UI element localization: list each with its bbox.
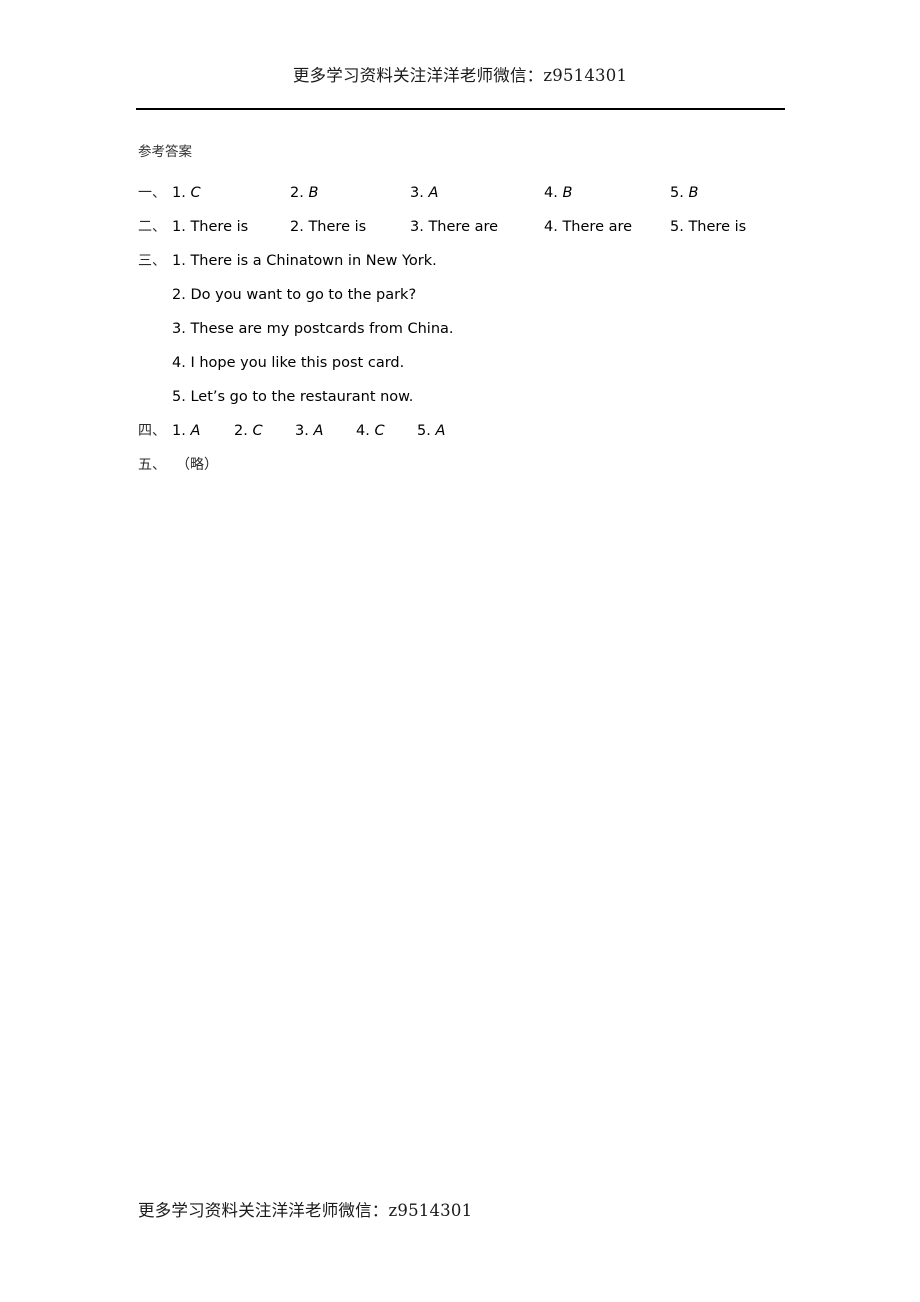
answer-item: 2. Do you want to go to the park? [172,278,416,312]
answer-number: 5. [172,389,186,405]
answer-row-3-item-5: 一、 5. Let’s go to the restaurant now. [138,380,838,414]
answer-row-3-item-4: 一、 4. I hope you like this post card. [138,346,838,380]
answer-item: 1. There is [172,210,248,244]
section-marker-spacer: 一、 [138,312,172,346]
answer-item: 3. These are my postcards from China. [172,312,454,346]
answer-number: 4. [544,185,558,201]
footer-promo-text: 更多学习资料关注洋洋老师微信：z9514301 [138,1201,473,1220]
answer-value: C [252,423,263,439]
answer-value: There is [308,219,367,235]
answer-item: 2. B [290,176,319,210]
answer-number: 1. [172,253,186,269]
answer-item: 1. A [172,414,201,448]
answer-item: 4. I hope you like this post card. [172,346,404,380]
answer-item: 5. B [670,176,699,210]
section-marker-3: 三、 [138,253,166,269]
answer-number: 4. [172,355,186,371]
answer-value: I hope you like this post card. [190,355,405,371]
answer-number: 5. [417,423,431,439]
answer-number: 3. [410,219,424,235]
answer-value: There is [688,219,747,235]
answer-value: Let’s go to the restaurant now. [190,389,414,405]
answer-value: A [435,423,446,439]
section-marker-1: 一、 [138,185,166,201]
answer-number: 3. [172,321,186,337]
answer-number: 1. [172,423,186,439]
answer-row-5: 五、 （略） [138,448,838,482]
answer-value: There is a Chinatown in New York. [190,253,437,269]
answer-key-page: 更多学习资料关注洋洋老师微信：z9514301 参考答案 一、 1. C 2. … [0,0,920,1302]
answer-number: 2. [172,287,186,303]
answer-number: 2. [290,185,304,201]
answer-number: 5. [670,219,684,235]
answer-item: 4. C [356,414,385,448]
answer-value: C [190,185,201,201]
answer-value: A [313,423,324,439]
answer-item: 5. Let’s go to the restaurant now. [172,380,413,414]
answer-value: C [374,423,385,439]
answer-item: 1. C [172,176,201,210]
answer-number: 5. [670,185,684,201]
answer-item: 3. A [410,176,439,210]
answer-item: 4. B [544,176,573,210]
answer-value: B [688,185,699,201]
answer-number: 2. [290,219,304,235]
section-marker-spacer: 一、 [138,278,172,312]
answer-value: There are [428,219,499,235]
section-marker-spacer: 一、 [138,380,172,414]
answer-value: These are my postcards from China. [190,321,454,337]
answer-number: 4. [356,423,370,439]
answer-row-3: 三、 1. There is a Chinatown in New York. [138,244,838,278]
answer-value: Do you want to go to the park? [190,287,417,303]
answer-row-1: 一、 1. C 2. B 3. A 4. B 5. B [138,176,838,210]
answer-row-2: 二、 1. There is 2. There is 3. There are … [138,210,838,244]
answer-item: 3. A [295,414,324,448]
answer-value: B [308,185,319,201]
answer-item: 1. There is a Chinatown in New York. [172,244,437,278]
answer-key-body: 参考答案 一、 1. C 2. B 3. A 4. B 5. B 二、 1. T… [138,142,838,482]
answer-row-4: 四、 1. A 2. C 3. A 4. C 5. A [138,414,838,448]
answer-item: 4. There are [544,210,632,244]
answer-value: There is [190,219,249,235]
section-marker-4: 四、 [138,423,166,439]
answer-number: 3. [410,185,424,201]
answer-value: （略） [176,457,218,473]
answer-value: There are [562,219,633,235]
answer-number: 1. [172,219,186,235]
answer-item: 5. There is [670,210,746,244]
header-promo-text: 更多学习资料关注洋洋老师微信：z9514301 [292,66,628,85]
answer-number: 2. [234,423,248,439]
section-marker-2: 二、 [138,219,166,235]
answer-item: 3. There are [410,210,498,244]
answer-row-3-item-2: 一、 2. Do you want to go to the park? [138,278,838,312]
answer-row-3-item-3: 一、 3. These are my postcards from China. [138,312,838,346]
answer-value: A [428,185,439,201]
answer-item: 2. There is [290,210,366,244]
page-title: 参考答案 [138,144,192,160]
header-divider [136,108,785,110]
section-marker-spacer: 一、 [138,346,172,380]
answer-value: B [562,185,573,201]
answer-item: 2. C [234,414,263,448]
answer-number: 1. [172,185,186,201]
answer-item: 5. A [417,414,446,448]
answer-number: 4. [544,219,558,235]
answer-number: 3. [295,423,309,439]
answer-value: A [190,423,201,439]
section-marker-5: 五、 [138,457,166,473]
